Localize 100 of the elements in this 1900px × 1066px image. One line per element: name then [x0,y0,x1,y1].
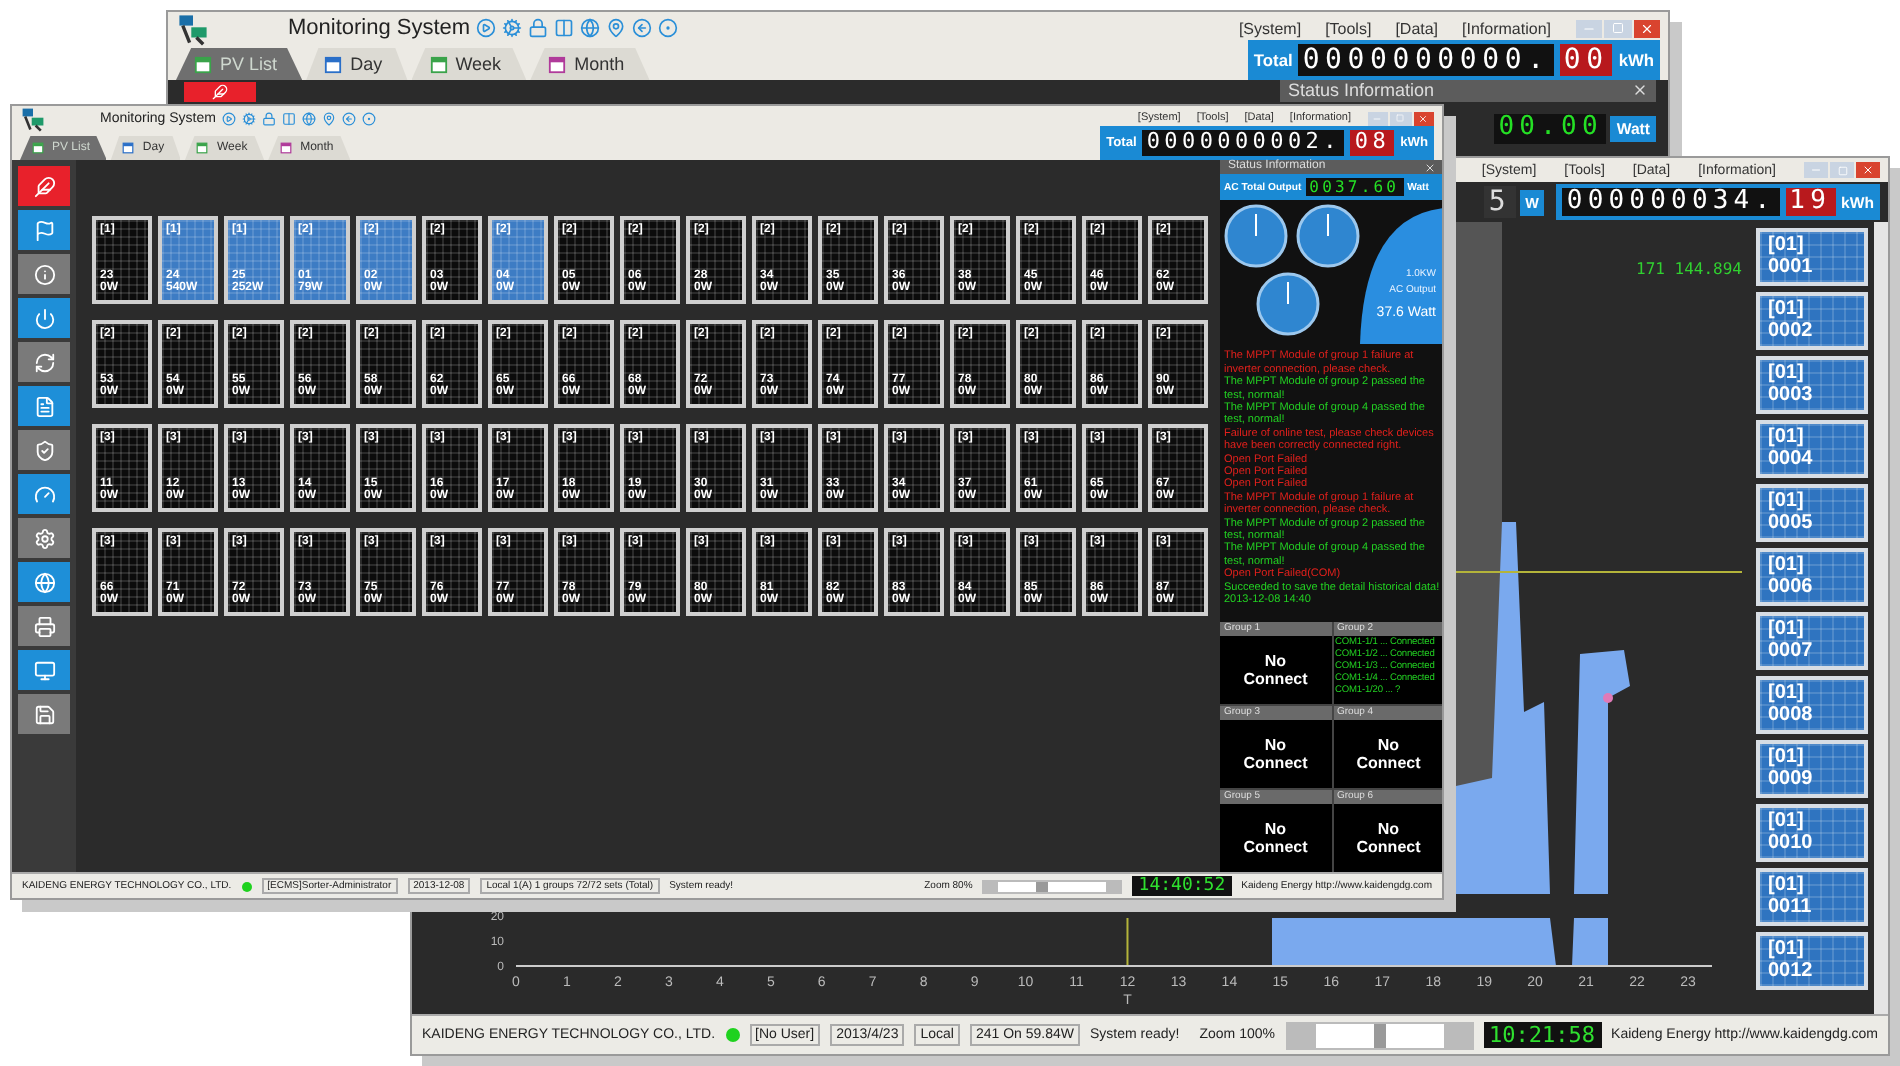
back-icon[interactable] [632,18,653,38]
menu-item[interactable]: [Tools] [1325,19,1372,37]
play-icon[interactable] [476,18,497,38]
device-button[interactable]: [01] 0001 [1756,228,1868,286]
device-button[interactable]: [01] 0008 [1756,676,1868,734]
globe-icon[interactable] [580,18,601,38]
cursor-line [1126,917,1129,967]
scrollbar[interactable] [1874,222,1888,1014]
counter-decimals: 19 [1785,187,1836,217]
refresh-icon [33,351,55,373]
save-button[interactable] [18,694,70,734]
flag-icon [33,219,55,241]
calendar-icon [32,142,44,154]
device-button[interactable]: [01] 0004 [1756,420,1868,478]
info-button[interactable] [18,254,70,294]
settings-button[interactable] [18,518,70,558]
close-icon[interactable] [1633,19,1660,37]
clock-display: 14:40:52 [1132,875,1232,897]
menu-item[interactable]: [Information] [1462,19,1551,37]
connection-status: No Connect [1241,649,1310,692]
gear-icon[interactable] [241,111,256,125]
connection-status: No Connect [1241,817,1310,860]
feather-button[interactable] [18,166,70,206]
monitor-icon [33,659,55,681]
dial-gauge [1256,273,1320,337]
globe-icon [33,571,55,593]
monitor-button[interactable] [18,650,70,690]
feather-icon [212,84,228,100]
device-button[interactable]: [01] 0009 [1756,740,1868,798]
info-icon [33,263,55,285]
device-button[interactable]: [01] 0011 [1756,868,1868,926]
globe-button[interactable] [18,562,70,602]
output-digit: 5 [1484,185,1516,219]
lock-icon[interactable] [528,18,549,38]
document-button[interactable] [18,386,70,426]
chart-reading: 171 144.894 [1636,260,1742,278]
pin-icon[interactable] [321,111,336,125]
columns-icon[interactable] [281,111,296,125]
globe-icon[interactable] [301,111,316,125]
clock-display: 10:21:58 [1483,1021,1602,1049]
flag-button[interactable] [18,210,70,250]
device-button[interactable]: [01] 0010 [1756,804,1868,862]
connection-status: No Connect [1354,733,1423,776]
settings-icon [33,527,55,549]
device-button[interactable]: [01] 0006 [1756,548,1868,606]
app-logo-icon [20,106,46,131]
lock-icon[interactable] [261,111,276,125]
feather-button[interactable] [184,82,256,102]
calendar-icon [196,142,209,154]
device-button[interactable]: [01] 0012 [1756,932,1868,990]
gauge-icon [33,483,55,505]
dial-gauge [1296,205,1360,269]
feather-icon [33,175,55,197]
document-icon [33,395,55,417]
device-button[interactable]: [01] 0002 [1756,292,1868,350]
calendar-icon [429,55,448,73]
data-point [1603,693,1613,703]
menu-item[interactable]: [Data] [1395,19,1439,37]
target-icon[interactable] [361,111,376,125]
panel-title: Status Information [1288,80,1435,102]
close-icon[interactable] [1413,111,1434,125]
shield-button[interactable] [18,430,70,470]
output-digits: 00.00 [1494,113,1607,144]
gauge-button[interactable] [18,474,70,514]
online-indicator [241,881,252,891]
close-icon[interactable] [1424,161,1436,174]
save-icon [33,703,55,725]
pin-icon[interactable] [606,18,627,38]
power-icon [33,307,55,329]
slider-thumb[interactable] [1035,881,1048,891]
target-icon[interactable] [658,18,679,38]
device-button[interactable]: [01] 0005 [1756,484,1868,542]
power-button[interactable] [18,298,70,338]
calendar-icon [548,55,567,73]
menu-item[interactable]: [System] [1238,19,1302,37]
tab[interactable]: Month [530,48,650,80]
tab[interactable]: Day [306,48,408,80]
printer-button[interactable] [18,606,70,646]
back-icon[interactable] [341,111,356,125]
refresh-button[interactable] [18,342,70,382]
counter-unit: kWh [1618,49,1654,70]
device-button[interactable]: [01] 0007 [1756,612,1868,670]
shield-icon [33,439,55,461]
close-icon[interactable] [1632,82,1648,99]
play-icon[interactable] [221,111,236,125]
dial-gauge [1224,205,1288,269]
columns-icon[interactable] [554,18,575,38]
output-gauge [1360,208,1442,345]
device-button[interactable]: [01] 0003 [1756,356,1868,414]
counter-digits: 000000034. [1562,187,1780,217]
connection-status: No Connect [1354,817,1423,860]
calendar-icon [194,55,212,73]
slider-thumb[interactable] [1373,1023,1386,1047]
close-icon[interactable] [1856,162,1880,178]
counter-label: Total [1253,49,1293,70]
counter-digits: 0000000002. [1142,130,1345,156]
online-indicator [725,1028,740,1042]
gear-icon[interactable] [502,18,523,38]
tab[interactable]: Week [411,48,527,80]
calendar-icon [324,55,343,73]
